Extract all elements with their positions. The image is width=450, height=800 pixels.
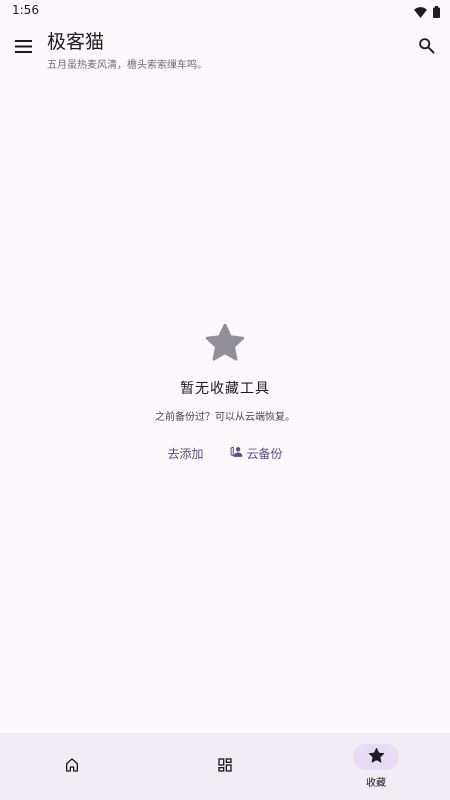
status-time: 1:56 (12, 3, 39, 17)
nav-label-favorites: 收藏 (366, 778, 386, 789)
cloud-backup-icon (230, 446, 243, 461)
bottom-navigation: 收藏 (0, 733, 450, 800)
status-bar: 1:56 (0, 0, 450, 22)
empty-actions: 去添加 云备份 (0, 445, 450, 462)
app-bar: 极客猫 五月虽热麦风清，檐头索索缫车鸣。 (0, 22, 450, 78)
empty-state: 暂无收藏工具 之前备份过？可以从云端恢复。 去添加 云备份 (0, 322, 450, 462)
nav-pill-favorites (353, 744, 399, 770)
menu-button[interactable] (10, 34, 36, 60)
grid-icon (217, 757, 233, 777)
battery-icon (433, 3, 440, 22)
search-button[interactable] (414, 35, 438, 59)
add-label: 去添加 (167, 447, 204, 461)
cloud-backup-label: 云备份 (246, 447, 283, 461)
add-button[interactable]: 去添加 (167, 445, 203, 462)
empty-title: 暂无收藏工具 (180, 381, 270, 397)
nav-item-grid[interactable] (175, 733, 275, 800)
nav-pill-home (49, 754, 95, 780)
menu-icon (14, 38, 32, 57)
star-icon (368, 747, 385, 768)
nav-pill-grid (202, 754, 248, 780)
page-title: 极客猫 (47, 31, 105, 53)
cloud-backup-button[interactable]: 云备份 (230, 445, 283, 462)
nav-item-favorites[interactable]: 收藏 (326, 733, 426, 800)
search-icon (418, 37, 435, 58)
status-icons (414, 3, 440, 22)
nav-item-home[interactable] (22, 733, 122, 800)
wifi-icon (414, 3, 427, 22)
star-icon (0, 322, 450, 364)
page-subtitle: 五月虽热麦风清，檐头索索缫车鸣。 (47, 60, 207, 71)
empty-description: 之前备份过？可以从云端恢复。 (155, 412, 295, 423)
home-icon (64, 757, 80, 777)
